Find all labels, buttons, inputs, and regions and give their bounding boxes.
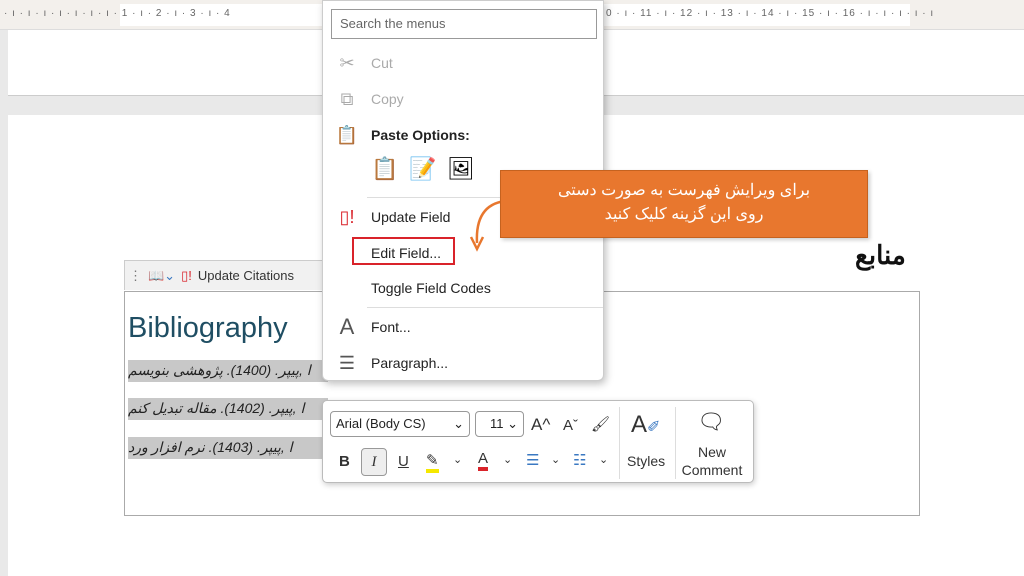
edit-field-highlight <box>352 237 455 265</box>
references-heading: منابع <box>855 240 906 270</box>
scissors-icon: ✂ <box>339 52 355 73</box>
menu-item-paragraph[interactable]: ☰ Paragraph... <box>323 348 605 378</box>
bibliography-title: Bibliography <box>128 312 288 344</box>
menu-item-cut[interactable]: ✂ Cut <box>323 48 605 78</box>
bold-button[interactable]: B <box>339 453 350 470</box>
paste-merge-formatting-icon[interactable]: 📝 <box>409 156 436 182</box>
copy-icon: ⧉ <box>340 88 354 109</box>
mini-toolbar: Arial (Body CS) ⌄ 11 ⌄ A^ Aˇ 🖌 B I U ✎ ⌄ A… <box>322 400 754 483</box>
new-comment-icon: 🗨 <box>697 409 725 434</box>
bibliographies-icon[interactable]: 📖⌄ <box>148 268 175 284</box>
font-color-button[interactable]: A <box>478 450 489 471</box>
paste-picture-icon[interactable]: 🖼 <box>447 156 475 182</box>
menu-item-copy[interactable]: ⧉ Copy <box>323 84 605 114</box>
format-painter-icon[interactable]: 🖌 <box>591 415 610 433</box>
italic-button[interactable]: I <box>361 448 387 476</box>
bibliography-toolbar: ⋮ 📖⌄ ▯! Update Citations <box>124 260 324 290</box>
bibliography-entry[interactable]: ا ,پیپر. (1402). مقاله تبدیل کنم <box>128 398 328 420</box>
drag-handle-icon[interactable]: ⋮ <box>129 268 142 284</box>
paste-keep-source-icon[interactable]: 📋 <box>371 156 398 182</box>
shrink-font-button[interactable]: Aˇ <box>563 417 578 434</box>
update-citations-icon: ▯! <box>181 267 192 283</box>
styles-button[interactable]: Styles <box>627 453 665 469</box>
update-citations-button[interactable]: Update Citations <box>198 268 294 283</box>
search-menus-input[interactable]: Search the menus <box>331 9 597 39</box>
font-size-select[interactable]: 11 ⌄ <box>475 411 524 437</box>
numbering-button[interactable]: ☷ <box>573 451 586 469</box>
bullets-button[interactable]: ☰ <box>526 451 539 469</box>
font-icon: A <box>339 314 355 339</box>
grow-font-button[interactable]: A^ <box>531 415 550 435</box>
highlight-color-button[interactable]: ✎ <box>426 451 439 473</box>
ruler-ticks-left: · ı · ı · ı · ı · ı · ı · ı · 1 · ı · 2 … <box>4 8 231 19</box>
ruler-ticks-right: 0 · ı · 11 · ı · 12 · ı · 13 · ı · 14 · … <box>606 8 935 19</box>
paragraph-icon: ☰ <box>338 352 356 373</box>
clipboard-icon: 📋 <box>335 124 359 145</box>
font-name-select[interactable]: Arial (Body CS) ⌄ <box>330 411 470 437</box>
underline-button[interactable]: U <box>398 453 409 470</box>
paste-options-label: 📋 Paste Options: <box>323 120 605 150</box>
styles-icon[interactable]: A✐ <box>631 411 660 439</box>
update-field-icon: ▯! <box>339 206 355 227</box>
menu-item-font[interactable]: A Font... <box>323 312 605 342</box>
menu-item-toggle-field-codes[interactable]: Toggle Field Codes <box>323 273 605 303</box>
bibliography-entry[interactable]: ا ,پیپر. (1400). پژوهشی بنویسم <box>128 360 328 382</box>
new-comment-button[interactable]: New Comment <box>679 443 745 479</box>
instruction-callout: برای ویرایش فهرست به صورت دستی روی این گ… <box>500 170 868 238</box>
bibliography-entry[interactable]: ا ,پیپر. (1403). نرم افزار ورد <box>128 437 328 459</box>
